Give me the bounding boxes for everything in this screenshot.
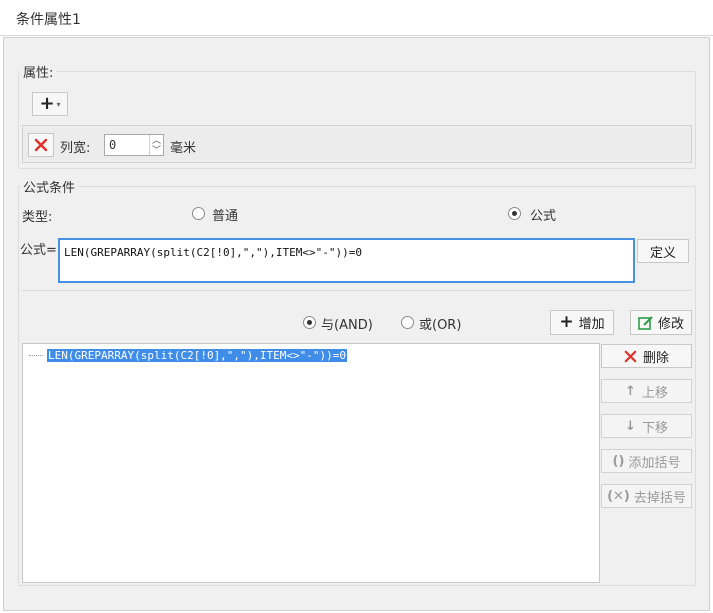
- formula-label: 公式=: [20, 243, 57, 258]
- modify-condition-label: 修改: [657, 317, 684, 332]
- divider: [22, 290, 692, 291]
- plus-icon: +: [39, 93, 55, 114]
- radio-or[interactable]: [401, 316, 414, 329]
- column-width-unit: 毫米: [170, 141, 197, 156]
- logic-radio-and[interactable]: 与(AND): [303, 314, 383, 333]
- logic-radio-or[interactable]: 或(OR): [401, 314, 481, 333]
- type-radio-normal[interactable]: 普通: [192, 205, 252, 224]
- stepper-down-icon[interactable]: ﹀: [152, 143, 161, 156]
- modify-condition-button[interactable]: 修改: [630, 310, 692, 335]
- red-x-icon: [34, 138, 48, 152]
- type-label: 类型:: [22, 210, 53, 225]
- remove-bracket-icon: (✕): [607, 488, 630, 504]
- move-up-label: 上移: [641, 385, 668, 401]
- type-radio-formula[interactable]: 公式: [508, 205, 568, 224]
- red-x-icon: [624, 350, 637, 362]
- arrow-up-icon: ↑: [625, 383, 636, 399]
- bracket-icon: (): [612, 453, 625, 469]
- add-condition-label: 增加: [578, 317, 605, 332]
- stepper-buttons: ︿ ﹀: [149, 135, 163, 156]
- add-bracket-button[interactable]: () 添加括号: [601, 449, 692, 473]
- formula-input[interactable]: LEN(GREPARRAY(split(C2[!0],","),ITEM<>"-…: [58, 238, 635, 283]
- column-width-stepper[interactable]: 0 ︿ ﹀: [104, 134, 164, 156]
- radio-or-label[interactable]: 或(OR): [419, 314, 461, 333]
- plus-icon: +: [559, 312, 574, 332]
- condition-item-text[interactable]: LEN(GREPARRAY(split(C2[!0],","),ITEM<>"-…: [47, 348, 348, 362]
- radio-normal-label[interactable]: 普通: [212, 205, 238, 224]
- condition-list[interactable]: LEN(GREPARRAY(split(C2[!0],","),ITEM<>"-…: [22, 343, 600, 583]
- define-button[interactable]: 定义: [637, 239, 689, 263]
- column-width-label: 列宽:: [60, 141, 91, 156]
- add-property-button[interactable]: + ▾: [32, 92, 68, 116]
- window-title: 条件属性1: [16, 12, 81, 28]
- arrow-down-icon: ↓: [625, 418, 636, 434]
- delete-property-button[interactable]: [28, 133, 54, 157]
- column-width-value[interactable]: 0: [109, 138, 116, 152]
- add-bracket-label: 添加括号: [628, 455, 681, 471]
- delete-condition-button[interactable]: 删除: [601, 344, 692, 368]
- tree-connector: [29, 354, 43, 356]
- title-bar: 条件属性1: [0, 0, 713, 36]
- add-condition-button[interactable]: + 增加: [550, 310, 614, 335]
- remove-bracket-label: 去掉括号: [633, 490, 686, 506]
- list-item[interactable]: LEN(GREPARRAY(split(C2[!0],","),ITEM<>"-…: [29, 347, 348, 363]
- edit-icon: [638, 315, 653, 330]
- formula-group-legend: 公式条件: [20, 177, 79, 196]
- property-group-legend: 属性:: [20, 62, 57, 81]
- radio-and[interactable]: [303, 316, 316, 329]
- radio-formula-label[interactable]: 公式: [530, 205, 556, 224]
- radio-formula[interactable]: [508, 207, 521, 220]
- dropdown-arrow-icon: ▾: [56, 99, 61, 109]
- remove-bracket-button[interactable]: (✕) 去掉括号: [601, 484, 692, 508]
- delete-condition-label: 删除: [642, 350, 669, 366]
- radio-normal[interactable]: [192, 207, 205, 220]
- move-up-button[interactable]: ↑ 上移: [601, 379, 692, 403]
- move-down-label: 下移: [641, 420, 668, 436]
- radio-and-label[interactable]: 与(AND): [321, 314, 373, 333]
- move-down-button[interactable]: ↓ 下移: [601, 414, 692, 438]
